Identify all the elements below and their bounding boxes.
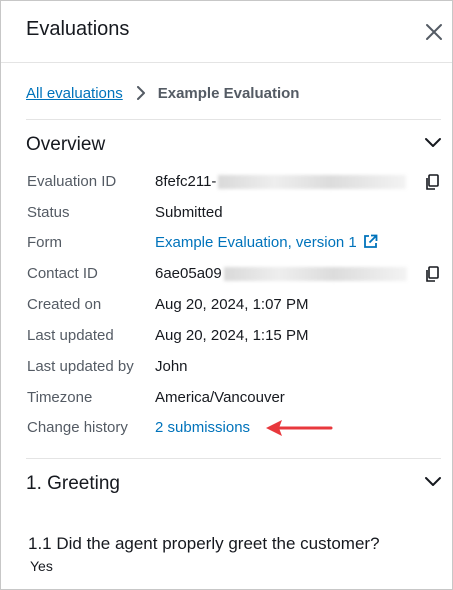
created-on-value: Aug 20, 2024, 1:07 PM	[155, 296, 309, 313]
timezone-value: America/Vancouver	[155, 389, 285, 406]
copy-icon[interactable]	[425, 266, 439, 282]
breadcrumb-current: Example Evaluation	[157, 84, 300, 102]
redacted-id	[223, 267, 407, 282]
created-on-label: Created on	[27, 296, 102, 313]
evaluation-id-text: 8fefc211-	[155, 173, 217, 190]
form-link[interactable]: Example Evaluation, version 1	[155, 234, 357, 251]
panel-title: Evaluations	[26, 18, 130, 40]
last-updated-label: Last updated	[27, 327, 114, 344]
change-history-label: Change history	[27, 419, 128, 436]
breadcrumb-all-evaluations-link[interactable]: All evaluations	[26, 85, 123, 102]
evaluations-panel: Evaluations All evaluations Example Eval…	[0, 0, 453, 590]
question-text: 1.1 Did the agent properly greet the cus…	[28, 534, 380, 553]
contact-id-value: 6ae05a09	[155, 265, 407, 282]
answer-text: Yes	[30, 558, 53, 574]
contact-id-label: Contact ID	[27, 265, 98, 282]
last-updated-by-label: Last updated by	[27, 358, 134, 375]
chevron-right-icon	[136, 86, 145, 100]
arrow-annotation	[266, 420, 333, 436]
evaluation-id-label: Evaluation ID	[27, 173, 117, 190]
last-updated-by-value: John	[155, 358, 188, 375]
timezone-label: Timezone	[27, 389, 93, 406]
divider	[26, 458, 441, 459]
divider	[26, 119, 441, 120]
overview-section-title: Overview	[26, 134, 106, 155]
copy-icon[interactable]	[425, 174, 439, 190]
greeting-chevron-down-icon[interactable]	[423, 475, 443, 489]
external-link-icon[interactable]	[363, 234, 378, 249]
breadcrumb: All evaluations Example Evaluation	[26, 83, 299, 103]
status-label: Status	[27, 204, 70, 221]
form-value: Example Evaluation, version 1	[155, 234, 378, 251]
form-label: Form	[27, 234, 62, 251]
close-icon[interactable]	[423, 21, 445, 43]
change-history-link[interactable]: 2 submissions	[155, 419, 250, 436]
greeting-section-title: 1. Greeting	[26, 473, 120, 494]
contact-id-text: 6ae05a09	[155, 265, 222, 282]
status-value: Submitted	[155, 204, 223, 221]
redacted-id	[218, 175, 407, 190]
last-updated-value: Aug 20, 2024, 1:15 PM	[155, 327, 309, 344]
panel-header: Evaluations	[1, 1, 452, 63]
evaluation-id-value: 8fefc211-	[155, 173, 407, 190]
overview-chevron-down-icon[interactable]	[423, 136, 443, 150]
